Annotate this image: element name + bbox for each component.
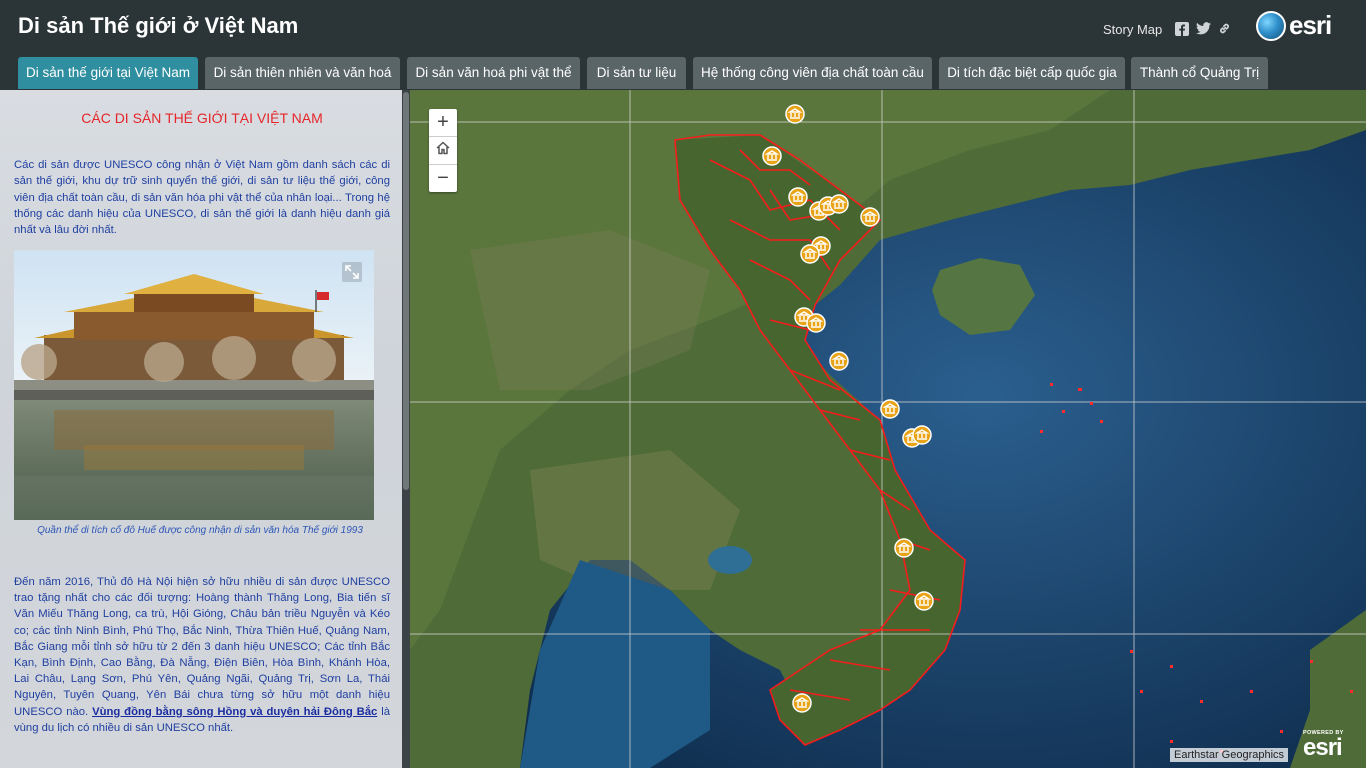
side-scrollbar[interactable] (402, 90, 410, 768)
photo-caption: Quần thể di tích cố đô Huế được công nhậ… (37, 525, 363, 536)
home-button[interactable] (429, 137, 457, 165)
expand-icon[interactable] (342, 262, 362, 287)
side-panel: CÁC DI SẢN THẾ GIỚI TẠI VIỆT NAM Các di … (0, 90, 410, 768)
map-attribution[interactable]: Earthstar Geographics (1170, 748, 1289, 762)
map-view[interactable]: + − Earthstar Geographics POWERED BY esr… (410, 90, 1366, 768)
facebook-icon[interactable] (1174, 21, 1189, 36)
home-icon (435, 139, 451, 162)
tab-quang-tri-citadel[interactable]: Thành cổ Quảng Trị (1131, 57, 1268, 89)
powered-by-esri-wordmark: esri (1303, 734, 1343, 761)
tab-bar: Di sản thế giới tại Việt Nam Di sản thiê… (0, 56, 1366, 90)
hue-citadel-photo[interactable] (14, 250, 374, 520)
region-link[interactable]: Vùng đồng bằng sông Hồng và duyên hải Đô… (92, 706, 377, 718)
photo-image (14, 250, 374, 520)
globe-icon (1256, 11, 1286, 41)
body-text-before-link: Đến năm 2016, Thủ đô Hà Nội hiện sở hữu … (14, 576, 390, 718)
side-heading: CÁC DI SẢN THẾ GIỚI TẠI VIỆT NAM (81, 110, 323, 126)
powered-by-esri[interactable]: POWERED BY esri (1303, 730, 1363, 764)
twitter-icon[interactable] (1196, 21, 1211, 36)
esri-wordmark: esri (1289, 10, 1332, 40)
story-map-label: Story Map (1103, 22, 1163, 37)
scroll-thumb[interactable] (403, 92, 409, 490)
link-icon[interactable] (1217, 21, 1232, 36)
tab-intangible[interactable]: Di sản văn hoá phi vật thể (407, 57, 580, 89)
app-title: Di sản Thế giới ở Việt Nam (18, 13, 299, 38)
tab-special-relics[interactable]: Di tích đặc biệt cấp quốc gia (939, 57, 1125, 89)
zoom-control: + − (429, 109, 457, 192)
zoom-in-button[interactable]: + (429, 109, 457, 137)
tab-world-heritage[interactable]: Di sản thế giới tại Việt Nam (18, 57, 198, 89)
satellite-basemap (410, 90, 1366, 768)
tab-geoparks[interactable]: Hệ thống công viên địa chất toàn cầu (693, 57, 932, 89)
body-paragraph: Đến năm 2016, Thủ đô Hà Nội hiện sở hữu … (14, 574, 390, 736)
zoom-out-button[interactable]: − (429, 165, 457, 192)
esri-logo[interactable]: esri (1256, 9, 1342, 43)
tab-documentary[interactable]: Di sản tư liệu (587, 57, 686, 89)
app-header: Di sản Thế giới ở Việt Nam Story Map esr… (0, 0, 1366, 56)
intro-paragraph: Các di sản được UNESCO công nhận ở Việt … (14, 159, 390, 237)
tab-natural-cultural[interactable]: Di sản thiên nhiên và văn hoá (205, 57, 400, 89)
